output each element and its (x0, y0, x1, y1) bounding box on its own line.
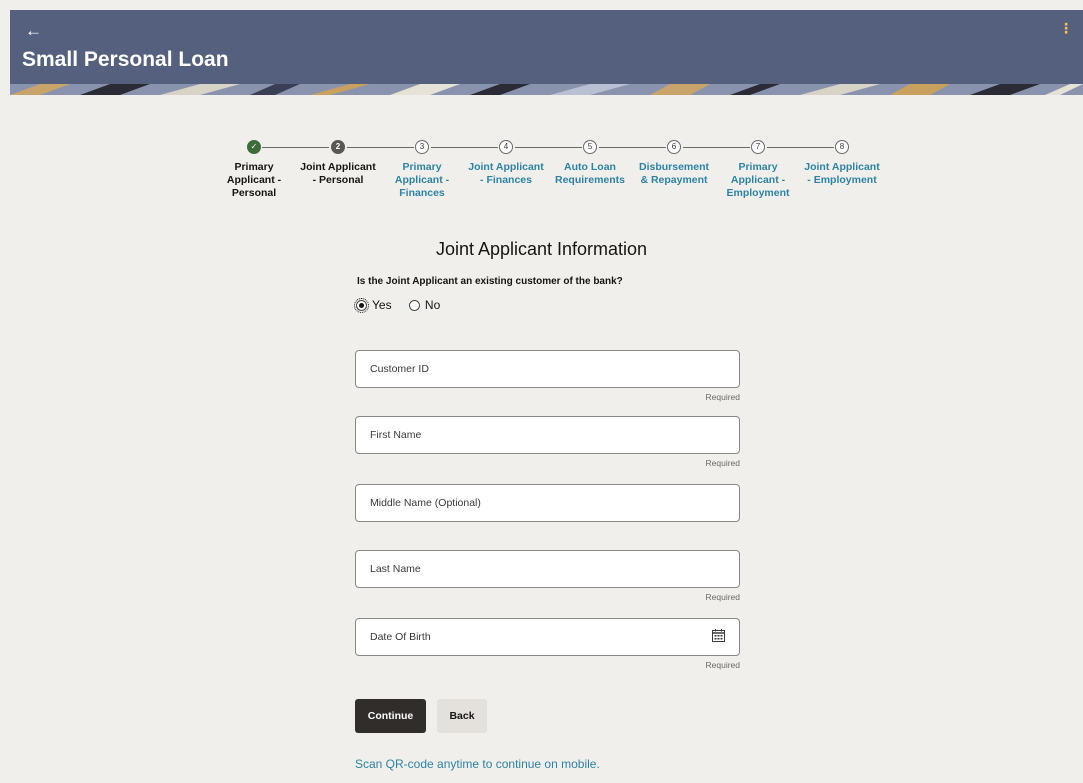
radio-selected-icon[interactable] (354, 297, 369, 313)
radio-no-label: No (424, 298, 441, 312)
calendar-icon[interactable] (712, 629, 725, 642)
step-number: 8 (835, 140, 849, 154)
middle-name-field[interactable]: Middle Name (Optional) (355, 484, 740, 522)
step-label: Primary Applicant - Personal (226, 161, 282, 199)
middle-name-placeholder: Middle Name (Optional) (370, 497, 481, 509)
step-joint-applicant-personal[interactable]: 2 Joint Applicant - Personal (293, 140, 383, 187)
check-icon: ✓ (247, 140, 261, 154)
last-name-placeholder: Last Name (370, 563, 421, 575)
step-number: 2 (331, 140, 345, 154)
step-label: Primary Applicant - Employment (726, 161, 790, 199)
step-label: Joint Applicant - Personal (300, 161, 376, 186)
more-options-icon[interactable]: ⋮ (1059, 20, 1073, 37)
main-content: ✓ Primary Applicant - Personal 2 Joint A… (0, 95, 1083, 783)
step-disbursement-repayment[interactable]: 6 Disbursement & Repayment (629, 140, 719, 187)
step-number: 5 (583, 140, 597, 154)
first-name-required-hint: Required (705, 458, 741, 468)
step-primary-applicant-personal[interactable]: ✓ Primary Applicant - Personal (209, 140, 299, 200)
step-label: Joint Applicant - Finances (468, 161, 544, 186)
section-heading: Joint Applicant Information (435, 239, 648, 259)
existing-customer-radio-group: Yes No (354, 297, 454, 314)
step-auto-loan-requirements[interactable]: 5 Auto Loan Requirements (545, 140, 635, 187)
step-number: 6 (667, 140, 681, 154)
app-header: ← Small Personal Loan ⋮ (10, 10, 1083, 95)
page-title: Small Personal Loan (22, 48, 229, 71)
first-name-placeholder: First Name (370, 429, 422, 441)
radio-yes-label: Yes (372, 298, 392, 312)
step-number: 7 (751, 140, 765, 154)
step-number: 4 (499, 140, 513, 154)
radio-yes[interactable]: Yes (354, 297, 392, 313)
last-name-field[interactable]: Last Name (355, 550, 740, 588)
step-primary-applicant-finances[interactable]: 3 Primary Applicant - Finances (377, 140, 467, 200)
step-joint-applicant-finances[interactable]: 4 Joint Applicant - Finances (461, 140, 551, 187)
first-name-field[interactable]: First Name (355, 416, 740, 454)
back-arrow-icon[interactable]: ← (25, 22, 42, 39)
customer-id-placeholder: Customer ID (370, 363, 429, 375)
step-label: Joint Applicant - Employment (804, 161, 880, 186)
existing-customer-question: Is the Joint Applicant an existing custo… (357, 276, 623, 287)
back-button[interactable]: Back (437, 699, 487, 733)
scan-qr-link[interactable]: Scan QR-code anytime to continue on mobi… (355, 757, 600, 771)
customer-id-field[interactable]: Customer ID (355, 350, 740, 388)
step-label: Disbursement & Repayment (638, 161, 710, 186)
date-of-birth-field[interactable]: Date Of Birth (355, 618, 740, 656)
step-label: Primary Applicant - Finances (394, 161, 450, 199)
radio-no[interactable]: No (408, 298, 441, 312)
header-pattern-band (10, 84, 1083, 95)
step-label: Auto Loan Requirements (554, 161, 626, 186)
date-of-birth-placeholder: Date Of Birth (370, 631, 431, 643)
date-of-birth-required-hint: Required (705, 660, 741, 670)
step-number: 3 (415, 140, 429, 154)
step-joint-applicant-employment[interactable]: 8 Joint Applicant - Employment (797, 140, 887, 187)
last-name-required-hint: Required (705, 592, 741, 602)
continue-button[interactable]: Continue (355, 699, 426, 733)
customer-id-required-hint: Required (705, 392, 741, 402)
radio-unselected-icon[interactable] (408, 299, 420, 311)
step-primary-applicant-employment[interactable]: 7 Primary Applicant - Employment (713, 140, 803, 200)
